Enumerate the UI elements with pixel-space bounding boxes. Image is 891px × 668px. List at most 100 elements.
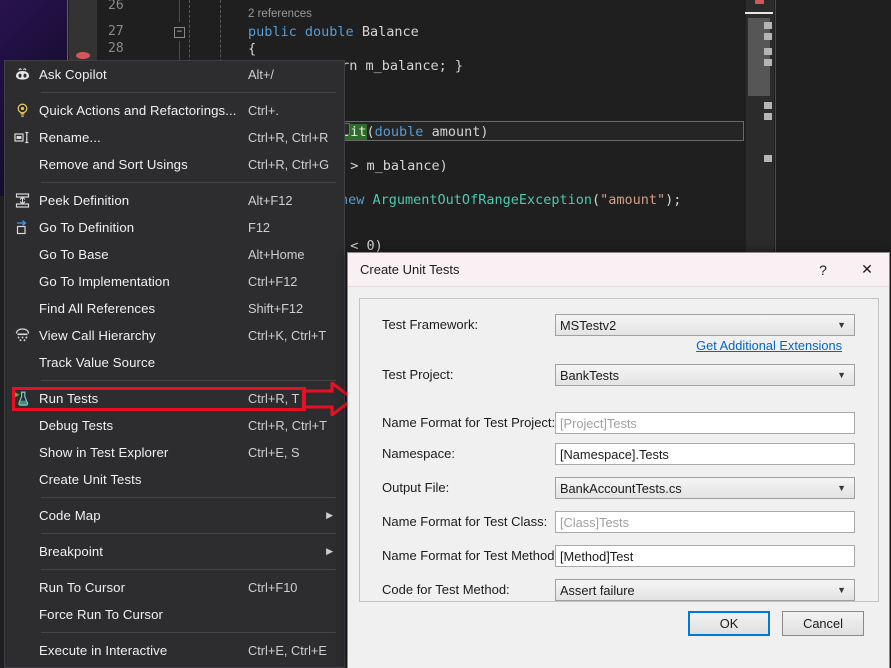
name-format-for-test-project-input[interactable]: [Project]Tests xyxy=(555,412,855,434)
dialog-field-row: Test Framework: MSTestv2 ▼ xyxy=(360,311,878,339)
dialog-field-row: Name Format for Test Project: [Project]Te… xyxy=(360,409,878,437)
context-menu-item-create-unit-tests[interactable]: Create Unit Tests xyxy=(5,466,344,493)
cancel-button[interactable]: Cancel xyxy=(782,611,864,636)
field-label: Test Framework: xyxy=(382,317,479,332)
context-menu-item-execute-in-interactive[interactable]: Execute in Interactive Ctrl+E, Ctrl+E xyxy=(5,637,344,664)
context-menu-item-shortcut: F12 xyxy=(248,220,271,235)
dialog-field-row: Name Format for Test Method: [Method]Test xyxy=(360,542,878,570)
textbox-value: [Namespace].Tests xyxy=(560,446,669,462)
dialog-field-row: Namespace: [Namespace].Tests xyxy=(360,440,878,468)
context-menu-item-view-call-hierarchy[interactable]: View Call Hierarchy Ctrl+K, Ctrl+T xyxy=(5,322,344,349)
context-menu-separator xyxy=(41,632,336,633)
menu-icon-placeholder xyxy=(5,268,39,295)
context-menu-item-shortcut: Shift+F12 xyxy=(248,301,304,316)
context-menu-item-shortcut: Ctrl+R, Ctrl+G xyxy=(248,157,330,172)
context-menu-item-label: Run To Cursor xyxy=(39,580,126,595)
code-token-double: double xyxy=(304,24,354,40)
context-menu-item-label: Force Run To Cursor xyxy=(39,607,164,622)
menu-icon-placeholder xyxy=(5,637,39,664)
peek-definition-icon xyxy=(5,187,39,214)
help-button[interactable]: ? xyxy=(801,253,845,287)
minimap-mark xyxy=(764,102,772,109)
name-format-for-test-method-input[interactable]: [Method]Test xyxy=(555,545,855,567)
minimap-mark xyxy=(764,155,772,162)
context-menu-item-quick-actions-and-refactorings[interactable]: Quick Actions and Refactorings... Ctrl+. xyxy=(5,97,344,124)
context-menu-item-label: View Call Hierarchy xyxy=(39,328,156,343)
context-menu-item-ask-copilot[interactable]: Ask Copilot Alt+/ xyxy=(5,61,344,88)
menu-icon-placeholder xyxy=(5,466,39,493)
context-menu-item-label: Execute in Interactive xyxy=(39,643,168,658)
test-project-combobox[interactable]: BankTests ▼ xyxy=(555,364,855,386)
context-menu-item-shortcut: Alt+/ xyxy=(248,67,274,82)
context-menu-item-run-tests[interactable]: Run Tests Ctrl+R, T xyxy=(5,385,344,412)
code-references-annotation[interactable]: 2 references xyxy=(248,8,312,20)
context-menu-item-label: Peek Definition xyxy=(39,193,130,208)
context-menu-item-debug-tests[interactable]: Debug Tests Ctrl+R, Ctrl+T xyxy=(5,412,344,439)
field-label: Name Format for Test Project: xyxy=(382,415,556,430)
context-menu-item-shortcut: Ctrl+R, Ctrl+T xyxy=(248,418,327,433)
extensions-link-row: Get Additional Extensions xyxy=(360,338,878,358)
ok-button[interactable]: OK xyxy=(688,611,770,636)
get-additional-extensions-link[interactable]: Get Additional Extensions xyxy=(696,338,842,353)
context-menu-item-label: Quick Actions and Refactorings... xyxy=(39,103,237,118)
dialog-field-row: Name Format for Test Class: [Class]Tests xyxy=(360,508,878,536)
submenu-chevron-right-icon: ▶ xyxy=(326,546,333,556)
menu-icon-placeholder xyxy=(5,349,39,376)
context-menu-item-run-to-cursor[interactable]: Run To Cursor Ctrl+F10 xyxy=(5,574,344,601)
context-menu-item-shortcut: Alt+Home xyxy=(248,247,305,262)
context-menu-item-breakpoint[interactable]: Breakpoint ▶ xyxy=(5,538,344,565)
dialog-title-bar[interactable]: Create Unit Tests ? ✕ xyxy=(348,253,889,287)
collapse-fold-icon[interactable]: − xyxy=(174,27,185,38)
context-menu-item-label: Remove and Sort Usings xyxy=(39,157,188,172)
editor-scroll-separator xyxy=(775,0,776,253)
context-menu-item-remove-and-sort-usings[interactable]: Remove and Sort Usings Ctrl+R, Ctrl+G xyxy=(5,151,344,178)
context-menu-item-rename[interactable]: Rename... Ctrl+R, Ctrl+R xyxy=(5,124,344,151)
dialog-button-row: OK Cancel xyxy=(348,611,889,637)
rename-icon xyxy=(5,124,39,151)
context-menu-item-go-to-base[interactable]: Go To Base Alt+Home xyxy=(5,241,344,268)
context-menu-item-peek-definition[interactable]: Peek Definition Alt+F12 xyxy=(5,187,344,214)
code-line-getter: urn m_balance; } xyxy=(333,58,464,74)
context-menu-item-shortcut: Ctrl+E, S xyxy=(248,445,300,460)
context-menu-item-shortcut: Ctrl+K, Ctrl+T xyxy=(248,328,327,343)
create-unit-tests-dialog: Create Unit Tests ? ✕ Test Framework: MST… xyxy=(347,252,890,668)
run-tests-icon xyxy=(5,385,39,412)
code-for-test-method-combobox[interactable]: Assert failure ▼ xyxy=(555,579,855,601)
fold-guide xyxy=(179,0,180,22)
submenu-chevron-right-icon: ▶ xyxy=(326,510,333,520)
context-menu-item-code-map[interactable]: Code Map ▶ xyxy=(5,502,344,529)
context-menu-separator xyxy=(41,92,336,93)
chevron-down-icon: ▼ xyxy=(837,320,846,330)
editor-context-menu[interactable]: Ask Copilot Alt+/ Quick Actions and Refact… xyxy=(4,60,345,668)
field-label: Name Format for Test Class: xyxy=(382,514,548,529)
textbox-value: [Class]Tests xyxy=(560,514,629,530)
output-file-combobox[interactable]: BankAccountTests.cs ▼ xyxy=(555,477,855,499)
field-label: Namespace: xyxy=(382,446,455,461)
context-menu-item-label: Create Unit Tests xyxy=(39,472,142,487)
context-menu-item-label: Code Map xyxy=(39,508,101,523)
context-menu-item-force-run-to-cursor[interactable]: Force Run To Cursor xyxy=(5,601,344,628)
context-menu-separator xyxy=(41,569,336,570)
namespace-input[interactable]: [Namespace].Tests xyxy=(555,443,855,465)
textbox-value: [Method]Test xyxy=(560,548,634,564)
menu-icon-placeholder xyxy=(5,538,39,565)
context-menu-item-shortcut: Ctrl+F10 xyxy=(248,580,298,595)
line-number: 27 xyxy=(108,24,124,39)
dialog-field-row: Code for Test Method: Assert failure ▼ xyxy=(360,576,878,604)
context-menu-item-show-in-test-explorer[interactable]: Show in Test Explorer Ctrl+E, S xyxy=(5,439,344,466)
context-menu-item-find-all-references[interactable]: Find All References Shift+F12 xyxy=(5,295,344,322)
context-menu-item-go-to-implementation[interactable]: Go To Implementation Ctrl+F12 xyxy=(5,268,344,295)
context-menu-item-go-to-definition[interactable]: Go To Definition F12 xyxy=(5,214,344,241)
context-menu-item-label: Debug Tests xyxy=(39,418,114,433)
combobox-value: BankTests xyxy=(560,367,620,383)
close-button[interactable]: ✕ xyxy=(845,253,889,287)
test-framework-combobox[interactable]: MSTestv2 ▼ xyxy=(555,314,855,336)
scrollbar-thumb[interactable] xyxy=(748,18,770,96)
context-menu-item-label: Run Tests xyxy=(39,391,99,406)
context-menu-item-track-value-source[interactable]: Track Value Source xyxy=(5,349,344,376)
chevron-down-icon: ▼ xyxy=(837,483,846,493)
menu-icon-placeholder xyxy=(5,295,39,322)
name-format-for-test-class-input[interactable]: [Class]Tests xyxy=(555,511,855,533)
breakpoint-glyph-icon[interactable] xyxy=(76,52,90,59)
screen-root: 26 27 28 − 2 references public double Ba… xyxy=(0,0,891,668)
